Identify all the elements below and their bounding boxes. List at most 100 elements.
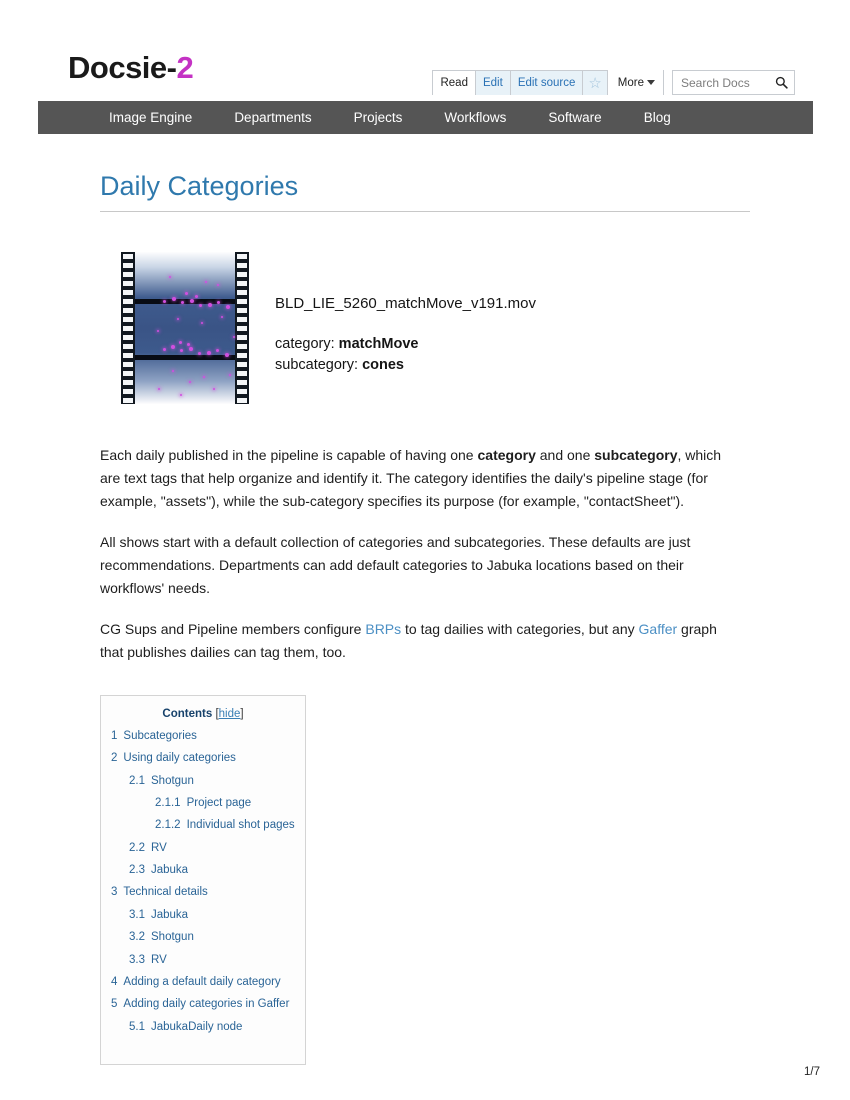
daily-subcategory-row: subcategory: cones xyxy=(275,355,536,376)
film-sprocket-hole xyxy=(237,344,247,350)
film-sprocket-hole xyxy=(237,380,247,386)
film-sprocket-hole xyxy=(237,326,247,332)
page-actions-toolbar: Read Edit Edit source ☆ More xyxy=(432,70,795,95)
main-navigation: Image Engine Departments Projects Workfl… xyxy=(38,101,813,134)
film-sprocket-hole xyxy=(237,272,247,278)
more-menu-button[interactable]: More xyxy=(608,70,664,95)
toc-entry[interactable]: 2.2 RV xyxy=(111,841,295,855)
toc-hide-link[interactable]: hide xyxy=(219,708,241,720)
toc-entry-label: RV xyxy=(151,953,167,966)
toc-entry-label: Adding a default daily category xyxy=(123,975,281,988)
link-gaffer[interactable]: Gaffer xyxy=(639,621,678,637)
film-sprocket-holes-left xyxy=(121,252,135,405)
view-tabs: Read Edit Edit source ☆ xyxy=(432,70,608,95)
star-outline-icon: ☆ xyxy=(588,74,602,92)
toc-entry-number: 5 xyxy=(111,998,118,1011)
toc-heading-label: Contents xyxy=(162,707,213,720)
toc-entry[interactable]: 2 Using daily categories xyxy=(111,751,295,765)
toc-entry[interactable]: 1 Subcategories xyxy=(111,729,295,743)
logo-text-accent: 2 xyxy=(176,50,194,85)
daily-tags: category: matchMove subcategory: cones xyxy=(275,334,536,376)
toc-entry-number: 3.1 xyxy=(129,908,145,921)
film-sprocket-hole xyxy=(123,263,133,269)
subcategory-value: cones xyxy=(362,357,404,374)
logo-text-main: Docsie- xyxy=(68,50,177,85)
toc-entry-label: Project page xyxy=(186,796,252,809)
toc-entry-number: 3.2 xyxy=(129,931,145,944)
film-frames xyxy=(121,252,249,405)
toc-entry[interactable]: 3.3 RV xyxy=(111,953,295,967)
toc-entry-label: Subcategories xyxy=(123,729,197,742)
category-label: category: xyxy=(275,336,339,353)
film-sprocket-hole xyxy=(237,353,247,359)
site-header: Docsie-2 Read Edit Edit source ☆ More xyxy=(0,0,850,100)
site-logo[interactable]: Docsie-2 xyxy=(68,50,194,85)
film-sprocket-hole xyxy=(123,254,133,260)
toc-entry[interactable]: 2.3 Jabuka xyxy=(111,863,295,877)
tab-read[interactable]: Read xyxy=(433,71,476,95)
daily-category-row: category: matchMove xyxy=(275,334,536,355)
nav-item-departments[interactable]: Departments xyxy=(213,110,332,125)
film-sprocket-hole xyxy=(237,371,247,377)
toc-entry-label: Jabuka xyxy=(151,864,189,877)
tab-edit-source[interactable]: Edit source xyxy=(510,71,584,95)
toc-entry-number: 1 xyxy=(111,729,118,742)
film-sprocket-hole xyxy=(237,389,247,395)
film-sprocket-hole xyxy=(237,308,247,314)
film-sprocket-hole xyxy=(123,389,133,395)
film-sprocket-hole xyxy=(237,335,247,341)
watch-button[interactable]: ☆ xyxy=(583,71,607,95)
nav-item-workflows[interactable]: Workflows xyxy=(423,110,527,125)
film-frame-divider xyxy=(121,355,249,361)
film-sprocket-hole xyxy=(123,380,133,386)
toc-entry-label: Technical details xyxy=(123,886,208,899)
toc-entry[interactable]: 2.1.2 Individual shot pages xyxy=(111,818,295,832)
category-value: matchMove xyxy=(338,336,419,353)
film-sprocket-hole xyxy=(237,281,247,287)
nav-item-software[interactable]: Software xyxy=(527,110,622,125)
toc-entry-label: Shotgun xyxy=(151,931,194,944)
toc-entry-number: 2.1 xyxy=(129,774,145,787)
nav-item-image-engine[interactable]: Image Engine xyxy=(88,110,213,125)
toc-entry-number: 5.1 xyxy=(129,1020,145,1033)
link-brps[interactable]: BRPs xyxy=(365,621,401,637)
search-input[interactable] xyxy=(681,75,773,90)
toc-entry-number: 2 xyxy=(111,752,118,765)
toc-entry[interactable]: 5 Adding daily categories in Gaffer xyxy=(111,997,295,1011)
document-page: Docsie-2 Read Edit Edit source ☆ More Se… xyxy=(0,0,850,1100)
toc-list: 1 Subcategories 2 Using daily categories 2.1… xyxy=(111,729,295,1034)
toc-entry[interactable]: 3 Technical details xyxy=(111,885,295,899)
nav-item-blog[interactable]: Blog xyxy=(623,110,692,125)
toc-entry[interactable]: 3.2 Shotgun xyxy=(111,930,295,944)
toc-entry[interactable]: 3.1 Jabuka xyxy=(111,908,295,922)
p1-seg-a: Each daily published in the pipeline is … xyxy=(100,447,478,464)
film-sprocket-hole xyxy=(123,299,133,305)
p1-seg-c: and one xyxy=(535,447,595,464)
film-sprocket-hole xyxy=(123,326,133,332)
film-sprocket-hole xyxy=(123,371,133,377)
toc-entry-number: 2.2 xyxy=(129,841,145,854)
search-box[interactable] xyxy=(672,70,795,95)
toc-entry-label: Using daily categories xyxy=(123,752,236,765)
subcategory-label: subcategory: xyxy=(275,357,363,374)
toc-entry[interactable]: 5.1 JabukaDaily node xyxy=(111,1020,295,1034)
page-title: Daily Categories xyxy=(100,170,750,213)
toc-entry-number: 2.3 xyxy=(129,864,145,877)
toc-entry-number: 2.1.1 xyxy=(155,796,181,809)
toc-entry[interactable]: 2.1.1 Project page xyxy=(111,796,295,810)
magnifier-icon[interactable] xyxy=(775,76,788,89)
toc-entry-label: Shotgun xyxy=(151,774,194,787)
toc-entry[interactable]: 2.1 Shotgun xyxy=(111,774,295,788)
toc-entry[interactable]: 4 Adding a default daily category xyxy=(111,975,295,989)
tab-edit[interactable]: Edit xyxy=(475,71,511,95)
toc-entry-label: JabukaDaily node xyxy=(151,1020,243,1033)
nav-item-projects[interactable]: Projects xyxy=(333,110,424,125)
chevron-down-icon xyxy=(647,80,655,85)
film-sprocket-hole xyxy=(237,317,247,323)
toc-entry-number: 3 xyxy=(111,886,118,899)
film-sprocket-hole xyxy=(123,272,133,278)
more-menu-label: More xyxy=(617,76,644,89)
daily-thumbnail-block: BLD_LIE_5260_matchMove_v191.mov category… xyxy=(117,248,750,409)
p3-seg-a: CG Sups and Pipeline members configure xyxy=(100,621,366,638)
film-sprocket-hole xyxy=(123,353,133,359)
